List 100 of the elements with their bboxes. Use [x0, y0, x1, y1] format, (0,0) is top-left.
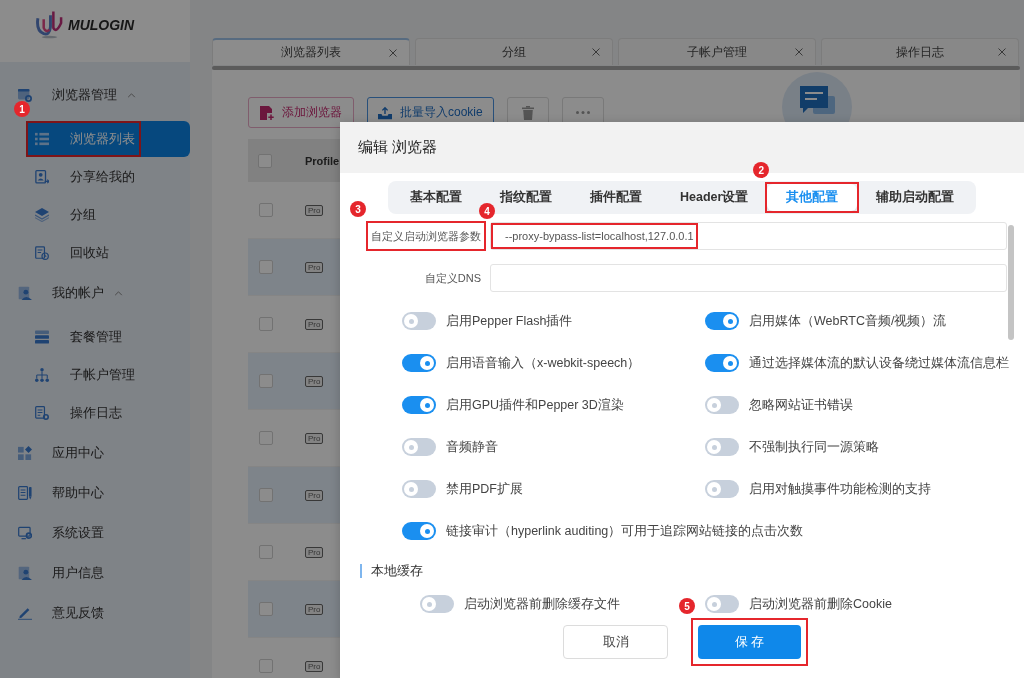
- hierarchy-icon: [35, 368, 49, 382]
- callout-badge: 5: [679, 598, 695, 614]
- dialog-tab[interactable]: Header设置: [661, 184, 768, 211]
- dialog-tab[interactable]: 基本配置: [391, 184, 481, 211]
- save-button[interactable]: 保 存: [698, 625, 801, 659]
- toggle-switch[interactable]: [420, 595, 454, 613]
- dialog-title: 编辑 浏览器: [358, 138, 438, 157]
- sidebar-item[interactable]: 操作日志: [26, 395, 190, 431]
- row-checkbox[interactable]: [259, 431, 273, 445]
- scrollbar-thumb[interactable]: [1008, 225, 1014, 340]
- profile-tag: Pro: [305, 318, 324, 330]
- toggle-switch[interactable]: [705, 354, 739, 372]
- toggle-switch[interactable]: [402, 396, 436, 414]
- logo-text: MULOGIN: [68, 17, 135, 33]
- sidebar-item[interactable]: 套餐管理: [26, 319, 190, 355]
- toggle-label: 音频静音: [446, 438, 498, 456]
- table-row[interactable]: Pro: [248, 581, 340, 638]
- close-icon[interactable]: [389, 48, 397, 57]
- callout-badge: 3: [350, 201, 366, 217]
- profile-tag: Pro: [305, 432, 324, 444]
- input-field[interactable]: [490, 264, 1007, 292]
- sidebar-group[interactable]: 我的帐户: [0, 273, 190, 313]
- profile-tag: Pro: [305, 660, 324, 672]
- add-browser-button[interactable]: 添加浏览器: [248, 97, 354, 128]
- close-icon[interactable]: [795, 48, 803, 56]
- tray-upload-icon: [378, 105, 392, 120]
- close-icon[interactable]: [592, 48, 600, 56]
- toggle-label: 启用语音输入（x-webkit-speech）: [446, 354, 641, 372]
- toggle-switch[interactable]: [705, 595, 739, 613]
- dialog-tab[interactable]: 其他配置: [767, 184, 858, 211]
- toggle-label: 禁用PDF扩展: [446, 480, 523, 498]
- profile-tag: Pro: [305, 546, 324, 558]
- dialog-tab[interactable]: 插件配置: [571, 184, 661, 211]
- document-gear-icon: [35, 406, 49, 420]
- layers-icon: [35, 208, 49, 222]
- toggle-label: 链接审计（hyperlink auditing）可用于追踪网站链接的点击次数: [446, 522, 804, 540]
- row-checkbox[interactable]: [259, 317, 273, 331]
- table-row[interactable]: Pro: [248, 467, 340, 524]
- field-label: 自定义启动浏览器参数: [371, 229, 481, 244]
- toggle-label: 启用Pepper Flash插件: [446, 312, 573, 330]
- toggle-label: 启用GPU插件和Pepper 3D渲染: [446, 396, 624, 414]
- row-checkbox[interactable]: [259, 659, 273, 673]
- folder-gear-icon: [18, 88, 32, 102]
- toggle-switch[interactable]: [402, 522, 436, 540]
- row-checkbox[interactable]: [259, 602, 273, 616]
- user-document-icon: [35, 170, 49, 184]
- toggle-label: 通过选择媒体流的默认设备绕过媒体流信息栏: [749, 354, 1009, 372]
- page-tab[interactable]: 操作日志: [821, 38, 1019, 65]
- toggle-switch[interactable]: [402, 480, 436, 498]
- document-clock-icon: [35, 246, 49, 260]
- section-title: 本地缓存: [371, 562, 423, 580]
- logo-icon: [35, 9, 64, 39]
- row-checkbox[interactable]: [259, 260, 273, 274]
- document-plus-icon: [260, 105, 274, 120]
- toggle-switch[interactable]: [402, 438, 436, 456]
- toggle-label: 启动浏览器前删除Cookie: [749, 595, 892, 613]
- callout-badge: 1: [14, 101, 30, 117]
- sidebar-item[interactable]: 帮助中心: [0, 473, 190, 513]
- profile-tag: Pro: [305, 603, 324, 615]
- sidebar-item[interactable]: 系统设置: [0, 513, 190, 553]
- toggle-label: 启动浏览器前删除缓存文件: [464, 595, 620, 613]
- toggle-label: 不强制执行同一源策略: [749, 438, 879, 456]
- page-tab[interactable]: 浏览器列表: [212, 38, 410, 65]
- dialog-tab[interactable]: 辅助启动配置: [857, 184, 974, 211]
- toggle-switch[interactable]: [705, 396, 739, 414]
- pen-icon: [18, 606, 32, 620]
- sidebar-item[interactable]: 浏览器列表: [26, 121, 190, 157]
- toggle-switch[interactable]: [705, 312, 739, 330]
- table-row[interactable]: Pro: [248, 239, 340, 296]
- cancel-button[interactable]: 取消: [563, 625, 668, 659]
- document-pen-icon: [18, 486, 32, 500]
- sidebar-item[interactable]: 回收站: [26, 235, 190, 271]
- profile-tag: Pro: [305, 375, 324, 387]
- sidebar-item[interactable]: 子帐户管理: [26, 357, 190, 393]
- page-tab[interactable]: 子帐户管理: [618, 38, 816, 65]
- sidebar-item[interactable]: 应用中心: [0, 433, 190, 473]
- sidebar-item[interactable]: 意见反馈: [0, 593, 190, 633]
- toggle-switch[interactable]: [402, 354, 436, 372]
- column-header: Profile: [305, 154, 340, 167]
- toggle-switch[interactable]: [402, 312, 436, 330]
- more-dots-icon: [575, 111, 590, 114]
- callout-badge: 2: [753, 162, 770, 178]
- row-checkbox[interactable]: [259, 545, 273, 559]
- monitor-gear-icon: [18, 526, 32, 540]
- toggle-switch[interactable]: [705, 480, 739, 498]
- row-checkbox[interactable]: [259, 488, 273, 502]
- select-all-checkbox[interactable]: [258, 153, 272, 168]
- toggle-label: 启用媒体（WebRTC音频/视频）流: [749, 312, 947, 330]
- trash-icon: [520, 105, 535, 120]
- sidebar-item[interactable]: 分享给我的: [26, 159, 190, 195]
- row-checkbox[interactable]: [259, 374, 273, 388]
- toggle-switch[interactable]: [705, 438, 739, 456]
- page-tab[interactable]: 分组: [415, 38, 613, 65]
- sidebar-item[interactable]: 分组: [26, 197, 190, 233]
- row-checkbox[interactable]: [259, 203, 273, 217]
- input-field[interactable]: --proxy-bypass-list=localhost,127.0.0.1: [490, 222, 1007, 250]
- close-icon[interactable]: [998, 48, 1006, 56]
- toggle-label: 忽略网站证书错误: [749, 396, 853, 414]
- sidebar-item[interactable]: 用户信息: [0, 553, 190, 593]
- table-row[interactable]: Pro: [248, 353, 340, 410]
